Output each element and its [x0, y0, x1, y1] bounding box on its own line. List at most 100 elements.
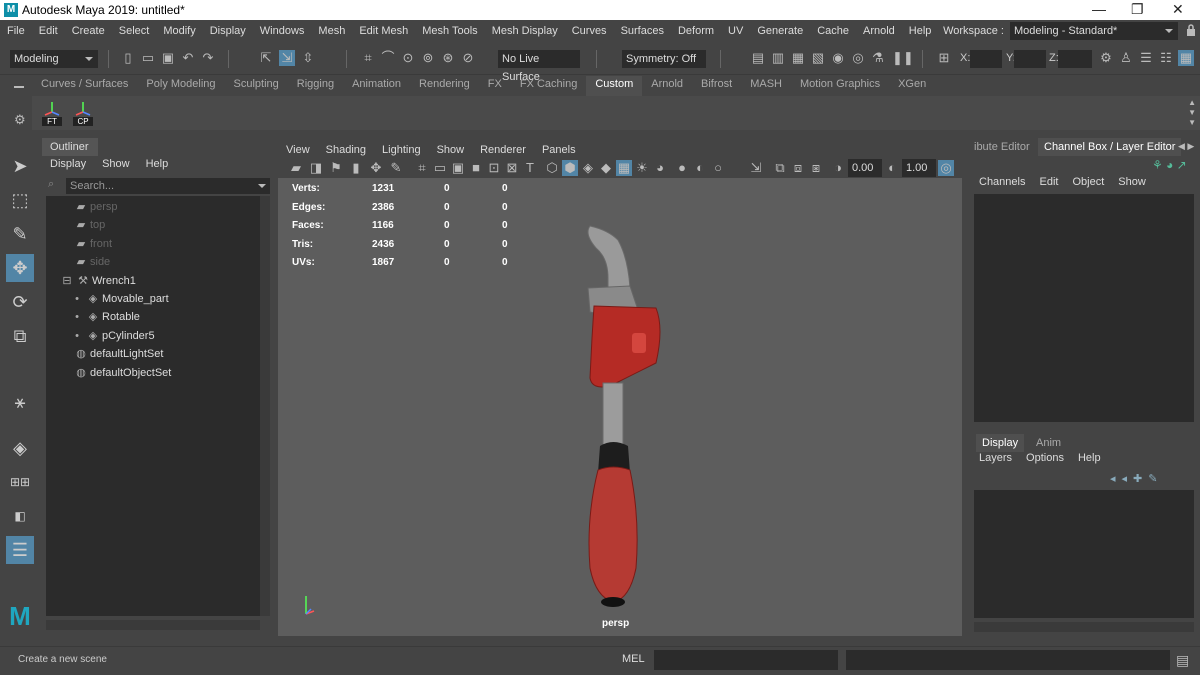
- xray-joints-icon[interactable]: ⧈: [790, 160, 806, 176]
- wrench-model[interactable]: [278, 178, 962, 636]
- snap-grid-icon[interactable]: ⌗: [360, 50, 376, 66]
- outliner-item[interactable]: ▰ side: [74, 253, 110, 271]
- layer-menu-layers[interactable]: Layers: [972, 452, 1019, 464]
- lock-icon[interactable]: [1182, 23, 1200, 39]
- channel-menu-edit[interactable]: Edit: [1032, 176, 1065, 188]
- resolution-gate-icon[interactable]: ▣: [450, 160, 466, 176]
- image-plane-icon[interactable]: ▮: [348, 160, 364, 176]
- maximize-button[interactable]: ❐: [1131, 1, 1144, 18]
- snap-view-icon[interactable]: ⊛: [440, 50, 456, 66]
- outliner-layout-icon[interactable]: ☰: [6, 536, 34, 564]
- select-component-icon[interactable]: ⇳: [300, 50, 316, 66]
- hypershade-icon[interactable]: ◉: [830, 50, 846, 66]
- outliner-search-input[interactable]: Search...: [66, 178, 270, 194]
- viewport-menu-shading[interactable]: Shading: [318, 144, 374, 156]
- channel-menu-channels[interactable]: Channels: [972, 176, 1032, 188]
- snap-curve-icon[interactable]: ⌒: [380, 50, 396, 66]
- snap-projected-icon[interactable]: ⊚: [420, 50, 436, 66]
- move-tool-icon[interactable]: ✥: [6, 254, 34, 282]
- menu-display[interactable]: Display: [203, 25, 253, 37]
- use-all-lights-icon[interactable]: ▦: [616, 160, 632, 176]
- isolate-select-icon[interactable]: ⇲: [748, 160, 764, 176]
- render-frame-icon[interactable]: ▥: [770, 50, 786, 66]
- save-scene-icon[interactable]: ▣: [160, 50, 176, 66]
- outliner-item[interactable]: • ◈ pCylinder5: [70, 327, 155, 345]
- tab-attribute-editor[interactable]: ibute Editor: [968, 138, 1036, 156]
- menu-arnold[interactable]: Arnold: [856, 25, 902, 37]
- menu-edit[interactable]: Edit: [32, 25, 65, 37]
- snap-point-icon[interactable]: ⊙: [400, 50, 416, 66]
- tool-settings-icon[interactable]: ☷: [1158, 50, 1174, 66]
- gamma-icon[interactable]: ◐: [884, 160, 900, 176]
- menu-windows[interactable]: Windows: [253, 25, 312, 37]
- menu-edit-mesh[interactable]: Edit Mesh: [352, 25, 415, 37]
- script-editor-icon[interactable]: ▤: [1176, 652, 1189, 669]
- depth-of-field-icon[interactable]: ○: [710, 160, 726, 176]
- safe-action-icon[interactable]: ⊠: [504, 160, 520, 176]
- viewport-menu-lighting[interactable]: Lighting: [374, 144, 429, 156]
- workspace-dropdown[interactable]: Modeling - Standard*: [1010, 22, 1178, 40]
- shelf-tab-arnold[interactable]: Arnold: [642, 76, 692, 96]
- wireframe-on-shaded-icon[interactable]: ◈: [580, 160, 596, 176]
- minimize-button[interactable]: —: [1092, 1, 1106, 17]
- outliner-item[interactable]: • ◈ Movable_part: [70, 290, 169, 308]
- menu-deform[interactable]: Deform: [671, 25, 721, 37]
- close-button[interactable]: ✕: [1172, 1, 1184, 18]
- shelf-tab-motion-graphics[interactable]: Motion Graphics: [791, 76, 889, 96]
- shelf-scroll-icon[interactable]: ▲ ▼ ▼: [1188, 98, 1196, 128]
- camera-attributes-icon[interactable]: ◨: [308, 160, 324, 176]
- x-field[interactable]: [970, 50, 1002, 68]
- tab-display-layers[interactable]: Display: [976, 434, 1025, 452]
- shelf-tab-poly-modeling[interactable]: Poly Modeling: [137, 76, 224, 96]
- menu-help[interactable]: Help: [902, 25, 939, 37]
- shelf-tab-custom[interactable]: Custom: [586, 76, 643, 96]
- grease-pencil-icon[interactable]: ✎: [388, 160, 404, 176]
- outliner-menu-help[interactable]: Help: [138, 156, 177, 174]
- viewport-menu-panels[interactable]: Panels: [534, 144, 584, 156]
- shelf-tab-animation[interactable]: Animation: [343, 76, 410, 96]
- outliner-item[interactable]: • ◈ Rotable: [70, 308, 140, 326]
- viewport-menu-view[interactable]: View: [278, 144, 318, 156]
- film-gate-icon[interactable]: ▭: [432, 160, 448, 176]
- shelf-button-ft[interactable]: FT: [40, 100, 64, 126]
- shelf-tab-fx-caching[interactable]: FX Caching: [511, 76, 586, 96]
- shelf-tab-xgen[interactable]: XGen: [889, 76, 935, 96]
- layer-menu-help[interactable]: Help: [1071, 452, 1108, 464]
- outliner-item[interactable]: ◍ defaultObjectSet: [74, 364, 171, 382]
- menu-cache[interactable]: Cache: [810, 25, 856, 37]
- pause-icon[interactable]: ❚❚: [892, 50, 914, 66]
- shelf-button-cp[interactable]: CP: [71, 100, 95, 126]
- new-scene-icon[interactable]: ▯: [120, 50, 136, 66]
- tab-channel-box[interactable]: Channel Box / Layer Editor: [1038, 138, 1182, 156]
- ipr-render-icon[interactable]: ▦: [790, 50, 806, 66]
- rotate-tool-icon[interactable]: ⟳: [6, 288, 34, 316]
- shelf-tab-rendering[interactable]: Rendering: [410, 76, 479, 96]
- lasso-tool-icon[interactable]: ⬚: [6, 186, 34, 214]
- textured-icon[interactable]: ◆: [598, 160, 614, 176]
- menu-mesh-display[interactable]: Mesh Display: [485, 25, 565, 37]
- shelf-tab-fx[interactable]: FX: [479, 76, 511, 96]
- two-pane-icon[interactable]: ◧: [6, 502, 34, 530]
- command-line-input[interactable]: [654, 650, 838, 670]
- shelf-tab-curves-surfaces[interactable]: Curves / Surfaces: [32, 76, 137, 96]
- outliner-item[interactable]: ⊟ ⚒ Wrench1: [60, 272, 135, 290]
- grid-icon[interactable]: ⌗: [414, 160, 430, 176]
- motion-blur-icon[interactable]: ●: [674, 160, 690, 176]
- exposure-field[interactable]: 0.00: [848, 159, 882, 177]
- channel-menu-object[interactable]: Object: [1065, 176, 1111, 188]
- viewport-menu-show[interactable]: Show: [429, 144, 473, 156]
- menu-generate[interactable]: Generate: [750, 25, 810, 37]
- layer-menu-options[interactable]: Options: [1019, 452, 1071, 464]
- outliner-menu-show[interactable]: Show: [94, 156, 138, 174]
- menu-file[interactable]: File: [0, 25, 32, 37]
- mel-label[interactable]: MEL: [622, 653, 645, 665]
- safe-title-icon[interactable]: T: [522, 160, 538, 176]
- y-field[interactable]: [1014, 50, 1046, 68]
- menu-uv[interactable]: UV: [721, 25, 750, 37]
- select-object-icon[interactable]: ⇲: [279, 50, 295, 66]
- outliner-item[interactable]: ▰ front: [74, 235, 112, 253]
- outliner-item[interactable]: ◍ defaultLightSet: [74, 345, 163, 363]
- exposure-icon[interactable]: ◑: [830, 160, 846, 176]
- channel-box-tools-icon[interactable]: ⚘ ◕ ↗: [1152, 158, 1187, 172]
- viewport-menu-renderer[interactable]: Renderer: [472, 144, 534, 156]
